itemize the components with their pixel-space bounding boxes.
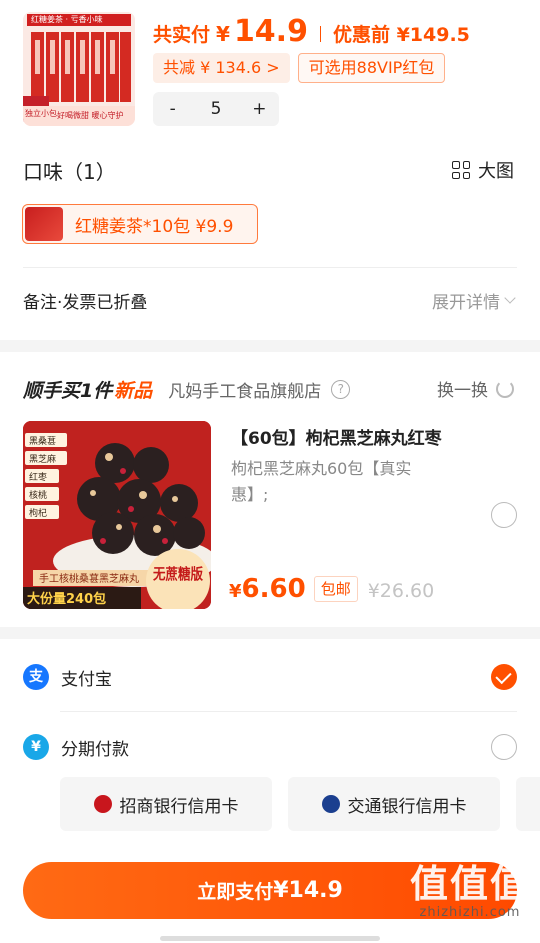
img-tag-4: 核桃: [29, 489, 47, 501]
alipay-checked-icon[interactable]: [491, 664, 517, 690]
watermark-url: zhizhizhi.com: [419, 905, 521, 920]
cmb-bank-icon: [93, 795, 112, 813]
price-divider: [319, 26, 321, 42]
addon-price-row: ¥ 6.60 包邮 ¥26.60: [229, 574, 434, 604]
payment-option-installment[interactable]: ¥ 分期付款: [23, 729, 517, 765]
currency-symbol: ¥: [216, 22, 230, 46]
swap-button[interactable]: 换一换: [437, 376, 514, 401]
product-thumbnail[interactable]: 红糖姜茶 · 亏香小味 独立小包 好喝微甜 暖心守护: [23, 12, 135, 126]
home-indicator[interactable]: [160, 936, 380, 941]
img-tag-1: 黑桑葚: [29, 435, 56, 447]
flavor-thumbnail: [25, 207, 63, 241]
expand-details-label: 展开详情: [432, 293, 500, 313]
addon-card: 顺手买1件 新品 凡妈手工食品旗舰店 ? 换一换 黑桑葚 黑芝麻 红枣 核桃 枸…: [0, 352, 540, 627]
paid-label: 共实付: [153, 24, 211, 46]
big-view-button[interactable]: 大图: [452, 157, 514, 183]
img-badge-right: 无蔗糖版: [152, 565, 203, 583]
payment-divider: [60, 711, 517, 712]
bank-bocom-label: 交通银行信用卡: [347, 796, 467, 817]
pay-now-label: 立即支付: [197, 881, 274, 903]
refresh-icon: [496, 379, 514, 398]
sesame-balls-image: 黑桑葚 黑芝麻 红枣 核桃 枸杞 手工核桃桑葚黑芝麻丸 大份量240包 无蔗糖版: [23, 421, 211, 609]
vip-coupon-button[interactable]: 可选用88VIP红包: [297, 53, 446, 83]
flavor-title: 口味（1）: [23, 160, 116, 184]
installment-icon: ¥: [23, 734, 49, 760]
discount-tags: 共减 ¥ 134.6 > 可选用88VIP红包: [153, 53, 446, 83]
remark-label: 备注·发票已折叠: [23, 293, 148, 313]
flavor-option-label: 红糖姜茶*10包 ¥9.9: [75, 216, 234, 237]
img-tag-2: 黑芝麻: [29, 453, 56, 465]
product-image: 红糖姜茶 · 亏香小味 独立小包 好喝微甜 暖心守护: [23, 12, 135, 126]
quantity-stepper: - 5 +: [153, 92, 279, 126]
addon-price: 6.60: [241, 574, 306, 604]
bank-option-bocom[interactable]: 交通银行信用卡: [288, 777, 500, 831]
img-banner-text: 手工核桃桑葚黑芝麻丸: [39, 572, 139, 585]
img-tag-5: 枸杞: [29, 507, 47, 519]
expand-details-button[interactable]: 展开详情: [432, 288, 516, 313]
total-saved-button[interactable]: 共减 ¥ 134.6 >: [153, 53, 290, 83]
quantity-value[interactable]: 5: [192, 99, 239, 119]
alipay-icon: 支: [23, 664, 49, 690]
big-view-label: 大图: [478, 161, 514, 182]
addon-currency: ¥: [229, 581, 242, 602]
addon-product-image[interactable]: 黑桑葚 黑芝麻 红枣 核桃 枸杞 手工核桃桑葚黑芝麻丸 大份量240包 无蔗糖版: [23, 421, 211, 609]
addon-title: 顺手买1件: [23, 380, 113, 402]
img-tag-3: 红枣: [29, 471, 47, 483]
thumb-badge-text: 独立小包: [25, 108, 57, 118]
free-shipping-badge: 包邮: [313, 576, 358, 602]
before-discount-price: 优惠前 ¥149.5: [332, 24, 470, 46]
bank-cmb-label: 招商银行信用卡: [119, 796, 239, 817]
payment-card: 支 支付宝 ¥ 分期付款 招商银行信用卡 交通银行信用卡 立即支付 ¥14.9 …: [0, 639, 540, 943]
decrease-button[interactable]: -: [153, 99, 192, 119]
site-watermark: 值值值 zhizhizhi.com: [409, 861, 530, 921]
flavor-option-selected[interactable]: 红糖姜茶*10包 ¥9.9: [22, 204, 258, 244]
bank-option-more[interactable]: [516, 777, 540, 831]
paid-amount: 14.9: [233, 14, 308, 49]
order-summary-card: 红糖姜茶 · 亏香小味 独立小包 好喝微甜 暖心守护 共实付 ¥ 14.9 优惠…: [0, 0, 540, 340]
addon-original-price: ¥26.60: [367, 580, 435, 602]
chevron-down-icon: [504, 292, 516, 304]
addon-header: 顺手买1件 新品 凡妈手工食品旗舰店 ?: [23, 376, 351, 403]
swap-label: 换一换: [437, 381, 488, 401]
help-icon[interactable]: ?: [331, 380, 351, 399]
thumb-banner-text: 红糖姜茶 · 亏香小味: [31, 14, 103, 24]
installment-label: 分期付款: [61, 739, 129, 760]
watermark-logo: 值值值: [409, 861, 530, 906]
price-summary: 共实付 ¥ 14.9 优惠前 ¥149.5: [153, 14, 470, 54]
addon-new-badge: 新品: [114, 380, 153, 402]
alipay-label: 支付宝: [61, 669, 112, 690]
grid-view-icon: [452, 161, 470, 179]
pay-now-amount: ¥14.9: [273, 878, 343, 903]
increase-button[interactable]: +: [240, 99, 279, 119]
section-divider: [23, 267, 517, 268]
addon-product-name[interactable]: 【60包】枸杞黑芝麻丸红枣: [231, 424, 442, 449]
img-badge-left: 大份量240包: [27, 591, 106, 607]
addon-select-radio[interactable]: [491, 502, 517, 528]
shop-name[interactable]: 凡妈手工食品旗舰店: [168, 377, 321, 402]
thumb-caption-text: 好喝微甜 暖心守护: [57, 110, 124, 120]
bank-card-options: 招商银行信用卡 交通银行信用卡: [60, 777, 540, 831]
installment-radio[interactable]: [491, 734, 517, 760]
bocom-bank-icon: [321, 795, 340, 813]
addon-product-desc: 枸杞黑芝麻丸60包【真实惠】;: [231, 459, 412, 504]
bank-option-cmb[interactable]: 招商银行信用卡: [60, 777, 272, 831]
payment-option-alipay[interactable]: 支 支付宝: [23, 659, 517, 695]
